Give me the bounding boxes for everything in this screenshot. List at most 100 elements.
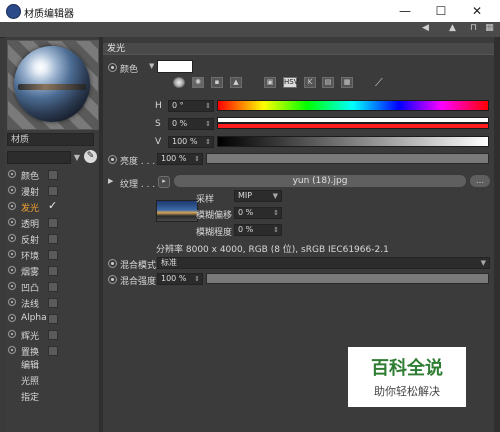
channel-checkbox[interactable] [48,266,58,276]
assignment-item[interactable]: 指定 [21,390,39,403]
rgb-icon[interactable]: ▣ [264,77,276,88]
texture-thumbnail[interactable] [156,200,198,222]
channel-item-displacement[interactable]: 置换 [8,344,94,358]
radio-icon[interactable] [8,234,16,242]
value-slider[interactable] [217,136,489,147]
spinner-icon[interactable]: ⇕ [205,137,211,147]
spinner-icon[interactable]: ⇕ [194,154,200,164]
spinner-icon[interactable]: ⇕ [273,208,279,218]
image-icon[interactable]: ▪ [211,77,223,88]
radio-icon[interactable] [8,330,16,338]
brightness-slider[interactable] [206,153,489,164]
radio-icon[interactable] [8,314,16,322]
channel-item-environment[interactable]: 环境 [8,248,94,262]
spinner-icon[interactable]: ⇕ [273,225,279,235]
eyedropper-icon[interactable]: ⟋ [375,76,383,90]
s-value-field[interactable]: 0 % ⇕ [168,118,214,130]
minimize-button[interactable]: — [390,2,420,20]
scrollbar[interactable] [494,37,500,432]
h-value-field[interactable]: 0 ° ⇕ [168,100,214,112]
spectrum-icon[interactable]: ✺ [192,77,204,88]
radio-icon[interactable] [8,170,16,178]
expand-arrow-icon[interactable]: ▼ [149,62,154,70]
channel-item-color[interactable]: 颜色 [8,168,94,182]
checkmark-icon[interactable]: ✓ [48,200,57,211]
hsv-mode-button[interactable]: HSV [283,77,299,88]
v-value-field[interactable]: 100 % ⇕ [168,136,214,148]
radio-icon[interactable] [8,186,16,194]
blend-mode-dropdown[interactable]: 标准 ▼ [157,257,490,269]
channel-checkbox[interactable] [48,186,58,196]
brightness-label: 亮度 . . . [120,157,156,167]
channel-checkbox[interactable] [48,298,58,308]
maximize-button[interactable]: ☐ [426,2,456,20]
brightness-field[interactable]: 100 % ⇕ [157,153,203,165]
channel-checkbox[interactable] [48,346,58,356]
spinner-icon[interactable]: ⇕ [205,101,211,111]
radio-icon[interactable] [8,282,16,290]
radio-icon[interactable] [108,275,117,284]
sampling-dropdown[interactable]: MIP ▼ [234,190,282,202]
radio-icon[interactable] [8,346,16,354]
blend-mode-value: 标准 [161,258,177,267]
illumination-item[interactable]: 光照 [21,374,39,387]
channel-item-luminance[interactable]: 发光 ✓ [8,200,94,214]
radio-icon[interactable] [8,202,16,210]
channel-item-alpha[interactable]: Alpha [8,312,94,326]
channel-label: 漫射 [21,188,40,198]
material-preview[interactable] [7,40,99,130]
blend-strength-field[interactable]: 100 % ⇕ [157,273,203,285]
channel-checkbox[interactable] [48,314,58,324]
channel-item-diffusion[interactable]: 漫射 [8,184,94,198]
hue-slider[interactable] [217,100,489,111]
channel-item-bump[interactable]: 凹凸 [8,280,94,294]
blend-strength-slider[interactable] [206,273,489,284]
spinner-icon[interactable]: ⇕ [205,119,211,129]
radio-icon[interactable] [108,155,117,164]
material-search-input[interactable] [7,151,71,164]
color-wheel-icon[interactable] [173,77,185,88]
mixer-icon[interactable]: ▤ [322,77,334,88]
texture-filename-bar[interactable]: yun (18).jpg [174,175,466,187]
channel-checkbox[interactable] [48,218,58,228]
lock-icon[interactable]: ⊓ [468,23,479,34]
radio-icon[interactable] [108,63,117,72]
radio-icon[interactable] [8,250,16,258]
channel-checkbox[interactable] [48,282,58,292]
chevron-down-icon[interactable]: ▼ [72,151,82,164]
channel-checkbox[interactable] [48,250,58,260]
blur-scale-value: 0 % [238,225,254,234]
close-button[interactable]: ✕ [462,2,492,20]
v-label: V [155,137,162,147]
blur-offset-field[interactable]: 0 % ⇕ [234,207,282,219]
radio-icon[interactable] [8,298,16,306]
palette-icon[interactable]: ▦ [341,77,353,88]
material-name-field[interactable]: 材质 [7,133,94,146]
radio-icon[interactable] [8,218,16,226]
channel-item-transparency[interactable]: 透明 [8,216,94,230]
picture-icon[interactable]: ▲ [230,77,242,88]
texture-menu-button[interactable]: ▸ [158,176,170,188]
blur-scale-field[interactable]: 0 % ⇕ [234,224,282,236]
texture-browse-button[interactable]: … [470,175,490,187]
grid-icon[interactable]: ▦ [484,23,495,34]
radio-icon[interactable] [108,259,117,268]
channel-item-glow[interactable]: 辉光 [8,328,94,342]
arrow-up-icon[interactable]: ▲ [447,23,458,34]
channel-item-normal[interactable]: 法线 [8,296,94,310]
arrow-left-icon[interactable]: ◀ [420,23,431,34]
material-options-icon[interactable]: ✎ [84,150,97,163]
channel-checkbox[interactable] [48,234,58,244]
channel-checkbox[interactable] [48,170,58,180]
resolution-info: 分辨率 8000 x 4000, RGB (8 位), sRGB IEC6196… [156,245,389,255]
channel-item-fog[interactable]: 烟雾 [8,264,94,278]
color-swatch[interactable] [157,60,193,73]
channel-checkbox[interactable] [48,330,58,340]
radio-icon[interactable] [8,266,16,274]
kelvin-icon[interactable]: K [304,77,316,88]
spinner-icon[interactable]: ⇕ [194,274,200,284]
edit-item[interactable]: 编辑 [21,358,39,371]
saturation-slider[interactable] [217,123,489,129]
channel-item-reflectance[interactable]: 反射 [8,232,94,246]
expand-arrow-icon[interactable]: ▶ [108,177,113,185]
